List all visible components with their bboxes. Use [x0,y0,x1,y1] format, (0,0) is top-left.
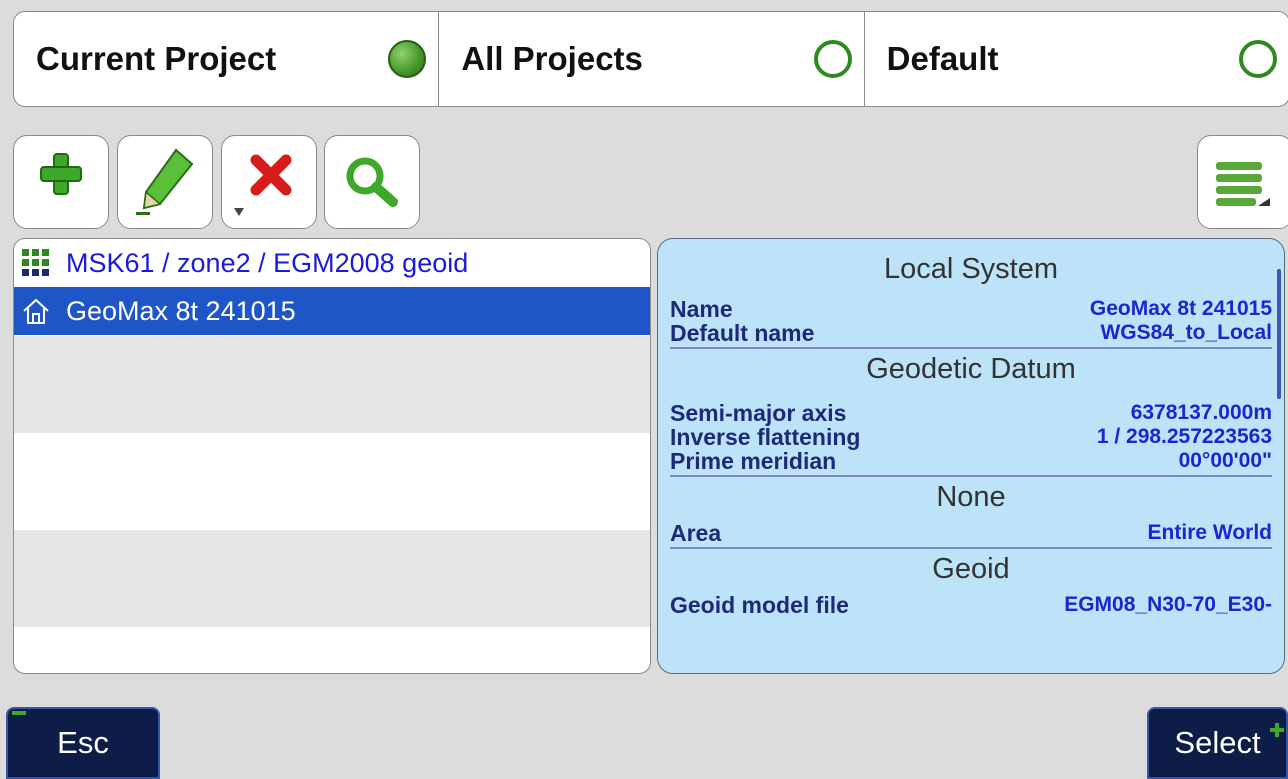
section-title-local-system: Local System [883,253,1059,285]
list-item-selected[interactable]: GeoMax 8t 241015 [14,287,650,335]
row-semi-major-axis: Semi-major axis 6378137.000m [670,400,1272,426]
select-button[interactable]: Select [1147,707,1288,779]
system-details-panel: Local System Name GeoMax 8t 241015 Defau… [657,238,1285,674]
tab-label: All Projects [461,40,643,77]
grid-icon [20,247,52,279]
tab-default[interactable]: Default [865,12,1288,106]
row-inverse-flattening: Inverse flattening 1 / 298.257223563 [670,424,1272,450]
tab-label: Current Project [36,40,277,77]
search-icon [346,157,398,207]
add-button[interactable] [13,135,109,229]
section-title-geoid: Geoid [932,553,1010,585]
add-icon [40,153,82,195]
minus-icon [12,711,26,715]
search-button[interactable] [324,135,420,229]
row-area: Area Entire World [670,520,1272,546]
section-title-none: None [936,481,1006,513]
list-item[interactable]: MSK61 / zone2 / EGM2008 geoid [14,239,650,287]
list-stripe [14,530,650,627]
radio-unselected-icon[interactable] [813,40,852,78]
plus-icon [1270,709,1284,737]
row-geoid-model-file: Geoid model file EGM08_N30-70_E30- [670,592,1272,618]
tab-all-projects[interactable]: All Projects [439,12,865,106]
system-list: MSK61 / zone2 / EGM2008 geoid GeoMax 8t … [13,238,651,674]
list-stripe [14,336,650,433]
edit-button[interactable] [117,135,213,229]
radio-unselected-icon[interactable] [1238,40,1277,78]
esc-label: Esc [57,725,109,760]
tab-current-project[interactable]: Current Project [14,12,440,106]
delete-icon [234,154,292,216]
home-icon [20,295,52,327]
tab-label: Default [886,40,999,77]
menu-button[interactable] [1197,135,1288,229]
row-name: Name GeoMax 8t 241015 [670,296,1272,322]
row-prime-meridian: Prime meridian 00°00'00" [670,448,1272,474]
radio-selected-icon[interactable] [388,40,427,78]
details-scrollbar[interactable] [1277,269,1281,399]
esc-button[interactable]: Esc [6,707,160,779]
menu-icon [1216,162,1270,206]
row-default-name: Default name WGS84_to_Local [670,320,1272,346]
list-item-label: MSK61 / zone2 / EGM2008 geoid [66,247,469,278]
edit-icon [136,148,194,215]
project-scope-tabs: Current Project All Projects Default [13,11,1288,107]
delete-button[interactable] [221,135,317,229]
list-item-label: GeoMax 8t 241015 [66,295,296,326]
select-label: Select [1174,725,1261,760]
section-title-geodetic-datum: Geodetic Datum [866,353,1076,385]
